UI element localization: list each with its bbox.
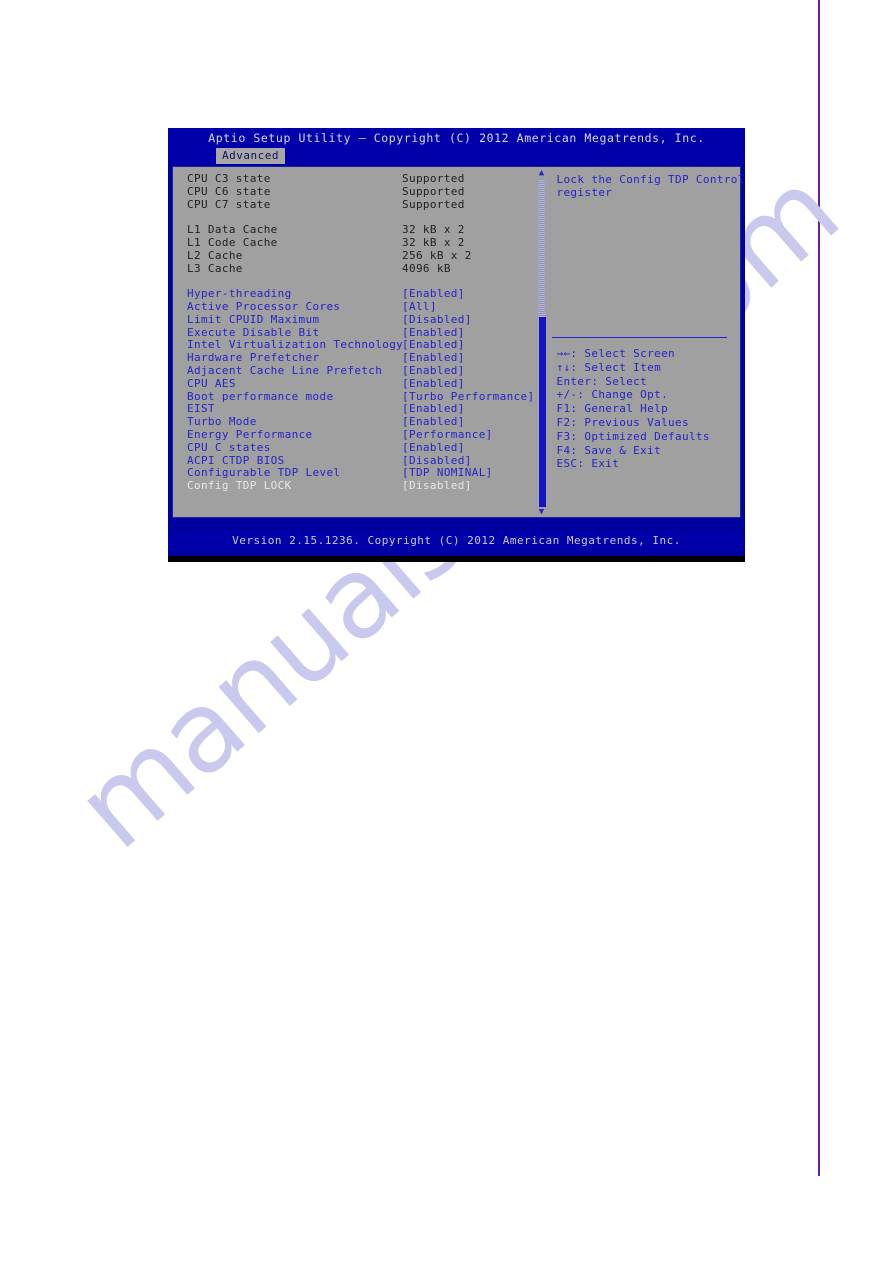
- setting-label: CPU C states: [187, 441, 271, 454]
- settings-row[interactable]: Execute Disable Bit [Enabled]: [187, 326, 534, 340]
- settings-row: CPU C6 state Supported: [187, 184, 534, 199]
- settings-row[interactable]: Boot performance mode [Turbo Performance]: [187, 390, 534, 404]
- settings-row[interactable]: Configurable TDP Level [TDP NOMINAL]: [187, 467, 534, 480]
- setting-value[interactable]: [Performance]: [402, 428, 493, 442]
- setting-value: Supported: [402, 172, 465, 185]
- key-legend-item: F1: General Help: [556, 402, 669, 416]
- settings-spacer: [187, 275, 534, 288]
- settings-row[interactable]: Intel Virtualization Technology [Enabled]: [187, 339, 534, 352]
- setting-label: CPU C3 state: [187, 173, 271, 185]
- settings-list: CPU C3 state Supported CPU C6 state Support…: [173, 167, 546, 517]
- setting-label: Energy Performance: [187, 428, 313, 441]
- key-legend-item: F2: Previous Values: [556, 415, 689, 429]
- key-legend-item: F3: Optimized Defaults: [556, 429, 710, 443]
- settings-row: CPU C3 state Supported: [187, 172, 534, 186]
- setting-value[interactable]: [All]: [402, 300, 437, 314]
- settings-row[interactable]: Hardware Prefetcher [Enabled]: [187, 351, 534, 365]
- settings-row[interactable]: Hyper-threading [Enabled]: [187, 287, 534, 301]
- setting-value[interactable]: [Disabled]: [402, 479, 472, 493]
- help-line: register: [556, 186, 613, 199]
- settings-row[interactable]: Active Processor Cores [All]: [187, 300, 534, 314]
- settings-row: L1 Data Cache 32 kB x 2: [187, 223, 534, 237]
- setting-label: Boot performance mode: [187, 390, 334, 403]
- bios-title-bar: Aptio Setup Utility – Copyright (C) 2012…: [168, 128, 745, 148]
- setting-label: Adjacent Cache Line Prefetch: [187, 364, 383, 377]
- setting-label: Turbo Mode: [187, 416, 257, 429]
- setting-label: ACPI CTDP BIOS: [187, 454, 285, 467]
- key-legend: →←: Select Screen ↑↓: Select Item Enter: S…: [556, 347, 709, 471]
- bios-body: CPU C3 state Supported CPU C6 state Support…: [172, 166, 744, 518]
- setting-label: L1 Code Cache: [187, 236, 278, 249]
- setting-label: Hardware Prefetcher: [187, 352, 320, 365]
- scroll-down-arrow-icon[interactable]: ▼: [537, 508, 546, 517]
- setting-label: Active Processor Cores: [187, 300, 341, 313]
- setting-value[interactable]: [Enabled]: [402, 364, 465, 378]
- settings-row: L2 Cache 256 kB x 2: [187, 248, 534, 263]
- help-pane: Lock the Config TDP Control register →←: …: [546, 167, 744, 517]
- help-line: Lock the Config TDP Control: [556, 173, 745, 186]
- setting-value: 256 kB x 2: [402, 248, 472, 262]
- setting-label: EIST: [187, 403, 215, 416]
- settings-row[interactable]: Adjacent Cache Line Prefetch [Enabled]: [187, 364, 534, 378]
- key-legend-item: F4: Save & Exit: [556, 443, 662, 457]
- setting-value: 32 kB x 2: [402, 235, 465, 249]
- setting-value[interactable]: [Enabled]: [402, 441, 465, 455]
- setting-label: L2 Cache: [187, 249, 243, 262]
- tab-advanced[interactable]: Advanced: [216, 148, 285, 164]
- scroll-up-arrow-icon[interactable]: ▲: [537, 169, 546, 178]
- settings-row: L1 Code Cache 32 kB x 2: [187, 235, 534, 250]
- key-legend-item: ↑↓: Select Item: [556, 360, 662, 374]
- settings-row[interactable]: EIST [Enabled]: [187, 403, 534, 416]
- bios-menu-bar: Advanced: [168, 148, 745, 164]
- setting-value[interactable]: [Disabled]: [402, 313, 472, 327]
- settings-row[interactable]: CPU C states [Enabled]: [187, 441, 534, 455]
- settings-row[interactable]: CPU AES [Enabled]: [187, 377, 534, 391]
- settings-rows: CPU C3 state Supported CPU C6 state Support…: [187, 172, 534, 493]
- setting-label: L3 Cache: [187, 262, 243, 275]
- setting-label: Config TDP LOCK: [187, 480, 292, 493]
- setting-label: CPU C7 state: [187, 198, 271, 211]
- key-legend-item: +/-: Change Opt.: [556, 388, 669, 402]
- scrollbar-track[interactable]: [538, 179, 546, 507]
- setting-value: Supported: [402, 184, 465, 198]
- settings-row[interactable]: Energy Performance [Performance]: [187, 428, 534, 442]
- bios-footer-bar: Version 2.15.1236. Copyright (C) 2012 Am…: [168, 532, 745, 550]
- scrollbar-thumb[interactable]: [539, 316, 546, 507]
- settings-row[interactable]: Config TDP LOCK [Disabled]: [187, 479, 534, 493]
- setting-label: Limit CPUID Maximum: [187, 313, 320, 326]
- setting-value: Supported: [402, 197, 465, 211]
- setting-label: CPU C6 state: [187, 185, 271, 198]
- settings-row: CPU C7 state Supported: [187, 197, 534, 212]
- key-legend-item: Enter: Select: [556, 374, 648, 388]
- setting-label: Execute Disable Bit: [187, 326, 320, 339]
- key-legend-item: ESC: Exit: [556, 457, 620, 471]
- page-margin-rule: [818, 0, 820, 1176]
- setting-label: Hyper-threading: [187, 288, 292, 301]
- setting-label: Configurable TDP Level: [187, 467, 341, 480]
- settings-row[interactable]: Limit CPUID Maximum [Disabled]: [187, 313, 534, 327]
- help-text: Lock the Config TDP Control register: [556, 173, 744, 199]
- bios-setup-window: Aptio Setup Utility – Copyright (C) 2012…: [168, 128, 745, 562]
- key-legend-item: →←: Select Screen: [556, 347, 676, 360]
- setting-label: L1 Data Cache: [187, 224, 278, 237]
- setting-label: CPU AES: [187, 377, 236, 390]
- setting-label: Intel Virtualization Technology: [187, 339, 402, 352]
- help-divider: [552, 337, 728, 338]
- settings-spacer: [187, 211, 534, 224]
- setting-value: 4096 kB: [402, 261, 451, 275]
- settings-row: L3 Cache 4096 kB: [187, 261, 534, 276]
- settings-scrollbar[interactable]: ▲ ▼: [537, 169, 546, 517]
- setting-value[interactable]: [Enabled]: [402, 377, 465, 391]
